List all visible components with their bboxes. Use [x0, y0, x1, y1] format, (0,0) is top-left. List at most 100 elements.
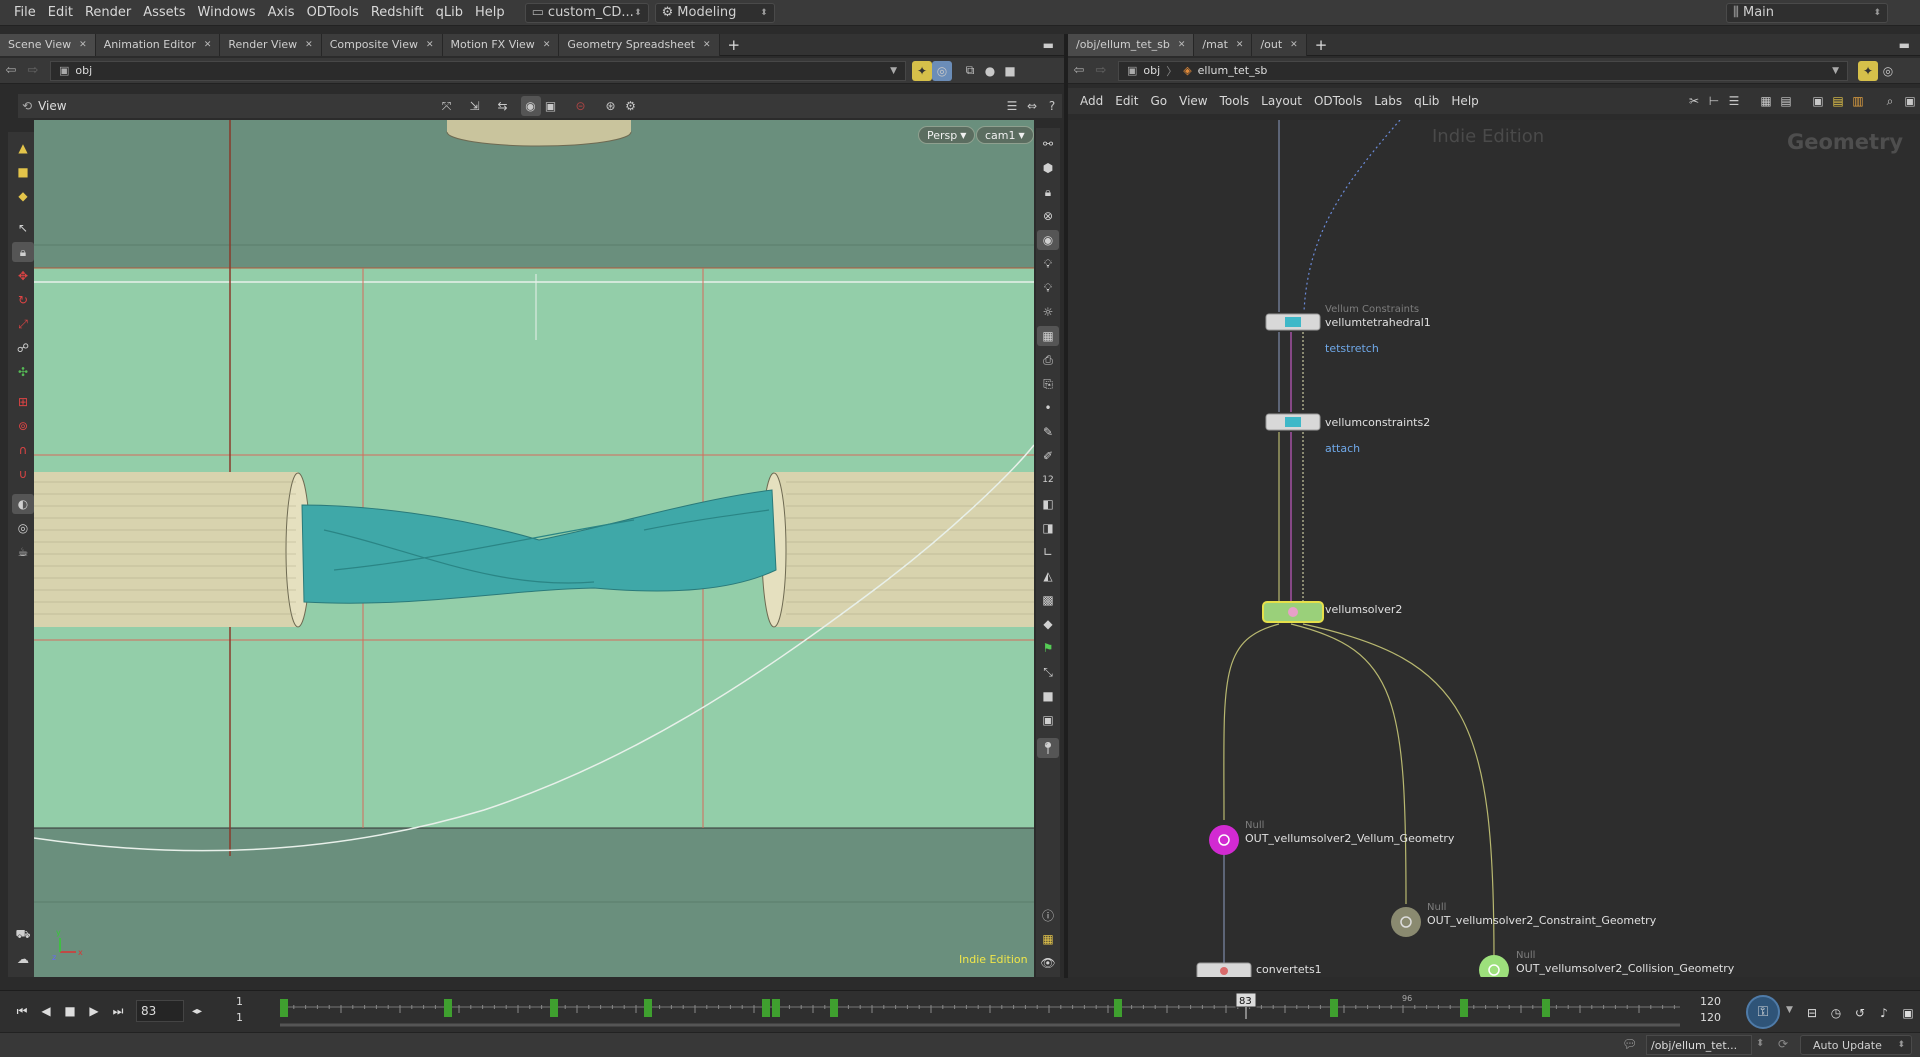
current-frame-field[interactable]: 83: [136, 1000, 184, 1022]
net-menu-view[interactable]: View: [1173, 94, 1213, 108]
help-icon[interactable]: ?: [1042, 96, 1062, 116]
layout-icon[interactable]: ▦: [1037, 929, 1059, 949]
pick-icon[interactable]: ⤡: [1037, 662, 1059, 682]
link-icon[interactable]: ⇔: [1022, 96, 1042, 116]
display-icon[interactable]: ⚯: [1037, 134, 1059, 154]
network-icon[interactable]: ▣: [1808, 91, 1828, 111]
handle-tool-icon[interactable]: ▲: [12, 138, 34, 158]
null-vellum-name[interactable]: OUT_vellumsolver2_Vellum_Geometry: [1245, 832, 1454, 845]
tree-icon[interactable]: ⊢: [1704, 91, 1724, 111]
back-arrow-icon[interactable]: ⇦: [0, 63, 22, 78]
solver-node-name[interactable]: vellumsolver2: [1325, 603, 1402, 616]
tet-node-name[interactable]: vellumtetrahedral1: [1325, 316, 1431, 329]
bg-icon[interactable]: ▦: [1037, 326, 1059, 346]
menu-file[interactable]: File: [8, 5, 42, 20]
null-collision-name[interactable]: OUT_vellumsolver2_Collision_Geometry: [1516, 962, 1734, 975]
convert-node-name[interactable]: convertets1: [1256, 963, 1322, 976]
pin-icon[interactable]: ◎: [1878, 61, 1898, 81]
view-tool-icon[interactable]: ⟲: [22, 99, 32, 113]
transform-icon[interactable]: ⤧: [437, 96, 457, 116]
timeline-track[interactable]: 83 96: [270, 991, 1680, 1031]
shape-icon[interactable]: ◭: [1037, 566, 1059, 586]
camera-icon[interactable]: ⎙: [1037, 350, 1059, 370]
ghost-icon[interactable]: ⊗: [1037, 206, 1059, 226]
net-menu-layout[interactable]: Layout: [1255, 94, 1308, 108]
point-icon[interactable]: •: [1037, 398, 1059, 418]
net-menu-qlib[interactable]: qLib: [1408, 94, 1445, 108]
snap-prim-icon[interactable]: ⊚: [12, 416, 34, 436]
menu-windows[interactable]: Windows: [192, 5, 262, 20]
jump-end-icon[interactable]: ⏭: [106, 999, 130, 1023]
teapot-icon[interactable]: ☕︎: [12, 542, 34, 562]
menu-redshift[interactable]: Redshift: [365, 5, 430, 20]
menu-axis[interactable]: Axis: [262, 5, 301, 20]
net-menu-edit[interactable]: Edit: [1109, 94, 1144, 108]
null-constraint-name[interactable]: OUT_vellumsolver2_Constraint_Geometry: [1427, 914, 1656, 927]
camera-icon[interactable]: ◉: [520, 96, 541, 116]
menu-help[interactable]: Help: [469, 5, 511, 20]
display-options-icon[interactable]: ☰: [1002, 96, 1022, 116]
snap-icon[interactable]: ✦: [912, 60, 932, 81]
square-icon[interactable]: ■: [1000, 61, 1020, 81]
render-icon[interactable]: ◎: [12, 518, 34, 538]
menu-odtools[interactable]: ODTools: [301, 5, 365, 20]
refresh-icon[interactable]: ⟳: [1778, 1037, 1788, 1051]
info-icon[interactable]: ⓘ: [1037, 905, 1059, 925]
pen-icon[interactable]: ✐: [1037, 446, 1059, 466]
camera-dropdown[interactable]: cam1 ▼: [976, 126, 1034, 144]
flag-icon[interactable]: ⚑: [1037, 638, 1059, 658]
chat-icon[interactable]: 💬︎: [1622, 1037, 1637, 1051]
status-path-field[interactable]: /obj/ellum_tet...: [1646, 1035, 1752, 1055]
list-icon[interactable]: ☰: [1724, 91, 1744, 111]
context-dropdown[interactable]: ⚙ Modeling ⬍: [654, 2, 775, 23]
net-menu-add[interactable]: Add: [1074, 94, 1109, 108]
rotate-icon[interactable]: ↻: [12, 290, 34, 310]
transform-combo-icon[interactable]: ✣: [12, 362, 34, 382]
menu-assets[interactable]: Assets: [137, 5, 191, 20]
close-icon[interactable]: ✕: [543, 40, 551, 50]
jump-start-icon[interactable]: ⏮: [10, 999, 34, 1023]
sphere-icon[interactable]: ●: [980, 61, 1000, 81]
stop-icon[interactable]: ■: [1037, 686, 1059, 706]
grid-icon[interactable]: ▩: [1037, 590, 1059, 610]
net-menu-help[interactable]: Help: [1445, 94, 1484, 108]
grid-view-icon[interactable]: ▦: [1756, 91, 1776, 111]
pane-menu-icon[interactable]: ▬: [1043, 38, 1054, 52]
lock-icon[interactable]: 🔒︎: [1037, 182, 1059, 202]
move-icon[interactable]: ✥: [12, 266, 34, 286]
diamond-icon[interactable]: ◆: [1037, 614, 1059, 634]
brush-tool-icon[interactable]: ◆: [12, 186, 34, 206]
net-menu-go[interactable]: Go: [1144, 94, 1173, 108]
display-icon[interactable]: ⊛: [601, 96, 621, 116]
close-icon[interactable]: ✕: [1236, 40, 1244, 50]
tab-animation-editor[interactable]: Animation Editor ✕: [95, 33, 221, 56]
pin-icon[interactable]: ◎: [932, 60, 952, 81]
light-icon[interactable]: 💡︎: [1037, 278, 1059, 298]
display-geo-icon[interactable]: ⬢: [1037, 158, 1059, 178]
brush-icon[interactable]: ✎: [1037, 422, 1059, 442]
persp-dropdown[interactable]: Persp ▼: [918, 126, 976, 144]
desktop-dropdown[interactable]: ▭ custom_CD... ⬍: [524, 2, 649, 23]
end-frame-value[interactable]: 120: [1700, 995, 1721, 1008]
key-tools-icon[interactable]: ⊟: [1800, 1001, 1824, 1025]
close-icon[interactable]: ✕: [426, 40, 434, 50]
stop-icon[interactable]: ■: [58, 999, 82, 1023]
audio-icon[interactable]: ♪: [1872, 1001, 1896, 1025]
close-icon[interactable]: ✕: [305, 40, 313, 50]
wire-icon[interactable]: ⊝: [571, 96, 591, 116]
loop-icon[interactable]: ↺: [1848, 1001, 1872, 1025]
back-arrow-icon[interactable]: ⇦: [1068, 63, 1090, 78]
update-mode-dropdown[interactable]: Auto Update ⬍: [1800, 1035, 1912, 1055]
forward-arrow-icon[interactable]: ⇨: [22, 63, 44, 78]
add-tab-icon[interactable]: +: [1307, 36, 1336, 54]
pane-menu-icon[interactable]: ▬: [1899, 38, 1910, 52]
numbers-icon[interactable]: 12: [1037, 470, 1059, 490]
scale-icon[interactable]: ⤢: [12, 314, 34, 334]
tab-geometry-spreadsheet[interactable]: Geometry Spreadsheet ✕: [559, 33, 720, 56]
pose-icon[interactable]: ☍: [12, 338, 34, 358]
close-icon[interactable]: ✕: [1290, 40, 1298, 50]
grid-view-icon[interactable]: ▤: [1776, 91, 1796, 111]
snap-grid-icon[interactable]: ⊞: [12, 392, 34, 412]
search-icon[interactable]: ⌕: [1880, 91, 1900, 111]
menu-render[interactable]: Render: [79, 5, 137, 20]
